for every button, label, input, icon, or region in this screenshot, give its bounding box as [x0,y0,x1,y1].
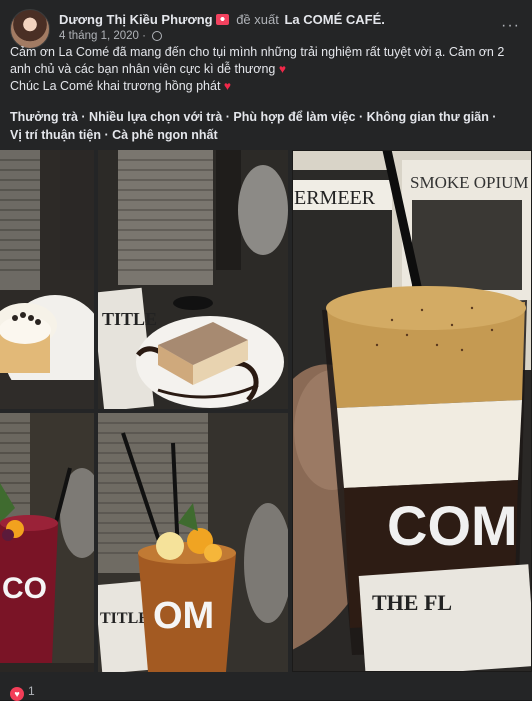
page-name-link[interactable]: La COMÉ CAFÉ. [284,12,384,27]
photo-berry-drink[interactable]: CO [0,413,94,672]
meta-separator: · [142,30,146,42]
tags-line-2: Vị trí thuận tiện · Cà phê ngon nhất [10,128,218,142]
love-reaction-icon: ♥ [10,687,24,701]
photo-iced-coffee[interactable]: ERMEER SMOKE OPIUM COM THE FL [292,150,532,672]
post-line-2: Chúc La Comé khai trương hồng phát ♥ [10,78,522,95]
book-title-text: TITLE [102,309,157,329]
photo-iced-coffee-image: ERMEER SMOKE OPIUM COM THE FL [292,150,532,672]
globe-icon [152,31,163,41]
poster-title-2: SMOKE OPIUM [410,173,529,192]
cup-logo-text: CO [2,572,47,605]
photo-cake-1[interactable] [0,150,94,409]
author-line: Dương Thị Kiều Phương đề xuất La COMÉ CA… [59,12,385,27]
heart-emoji-icon: ♥ [223,79,232,93]
photo-tiramisu[interactable]: TITLE [98,150,288,409]
post-date[interactable]: 4 tháng 1, 2020 [59,30,139,42]
action-text: đề xuất [236,12,279,27]
post-meta: 4 tháng 1, 2020 · [59,30,163,42]
post-line-2-text: Chúc La Comé khai trương hồng phát [10,79,221,93]
author-name[interactable]: Dương Thị Kiều Phương [59,12,213,27]
photo-berry-drink-image: CO [0,413,94,672]
post-card: Dương Thị Kiều Phương đề xuất La COMÉ CA… [0,0,532,701]
poster-title-1: ERMEER [294,187,376,209]
cup-logo-text: COM [387,494,518,557]
photo-fruit-tea-image: TITLE OM [98,413,288,672]
photo-fruit-tea[interactable]: TITLE OM [98,413,288,672]
post-line-1: Cảm ơn La Comé đã mang đến cho tụi mình … [10,44,522,78]
post-line-1-text: Cảm ơn La Comé đã mang đến cho tụi mình … [10,45,505,76]
badge-icon [215,14,229,25]
post-header: Dương Thị Kiều Phương đề xuất La COMÉ CA… [10,9,522,49]
photo-cake-1-image [0,150,94,409]
heart-emoji-icon: ♥ [278,62,286,76]
recommendation-tags: Thưởng trà · Nhiều lựa chọn với trà · Ph… [10,108,522,144]
post-text: Cảm ơn La Comé đã mang đến cho tụi mình … [10,44,522,95]
photo-tiramisu-image: TITLE [98,150,288,409]
reaction-count: 1 [28,684,35,698]
book-title-text: THE FL [372,590,452,615]
cup-logo-text: OM [153,595,214,637]
reactions-summary[interactable]: ♥ 1 [10,684,35,701]
book-title-text: TITLE [100,610,149,627]
more-options-icon[interactable]: ··· [501,17,520,35]
tags-line-1: Thưởng trà · Nhiều lựa chọn với trà · Ph… [10,110,497,124]
author-avatar[interactable] [10,9,50,49]
photo-grid: TITLE CO TITLE OM ERMEER SMOKE OPIUM COM… [0,150,532,672]
